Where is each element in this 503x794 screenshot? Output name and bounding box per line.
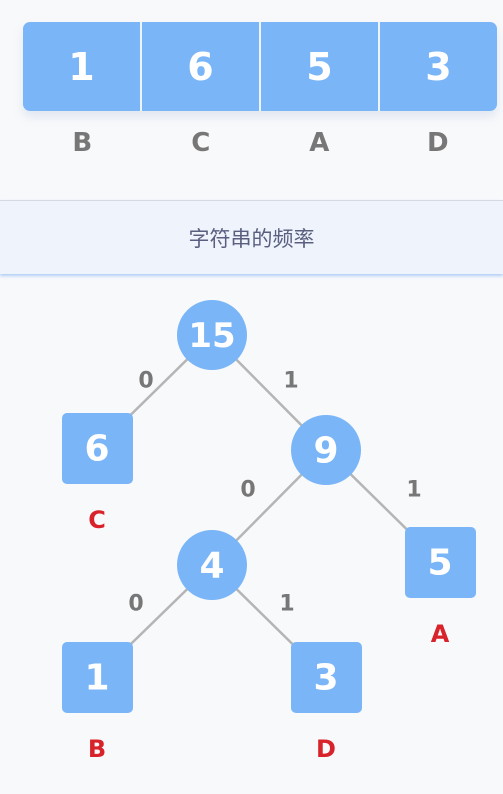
node-value: 9 [313,431,338,472]
leaf-char-label: D [316,735,336,763]
huffman-tree: 0 1 0 1 0 1 15 9 4 C 6 A 5 B 1 D 3 [62,300,476,763]
leaf-char-label: C [88,506,106,534]
edge-bit-label: 0 [240,478,255,503]
edge-bit-label: 1 [283,369,298,394]
node-value: 15 [188,316,235,356]
edge-bit-label: 1 [406,478,421,503]
node-value: 4 [199,546,224,587]
node-value: 6 [84,429,109,470]
edge-bit-label: 0 [128,592,143,617]
leaf-char-label: A [431,620,450,648]
edge-bit-label: 0 [138,369,153,394]
leaf-char-label: B [88,735,106,763]
node-value: 3 [313,658,338,699]
edge-bit-label: 1 [279,592,294,617]
node-value: 1 [84,658,109,699]
node-value: 5 [427,543,452,584]
